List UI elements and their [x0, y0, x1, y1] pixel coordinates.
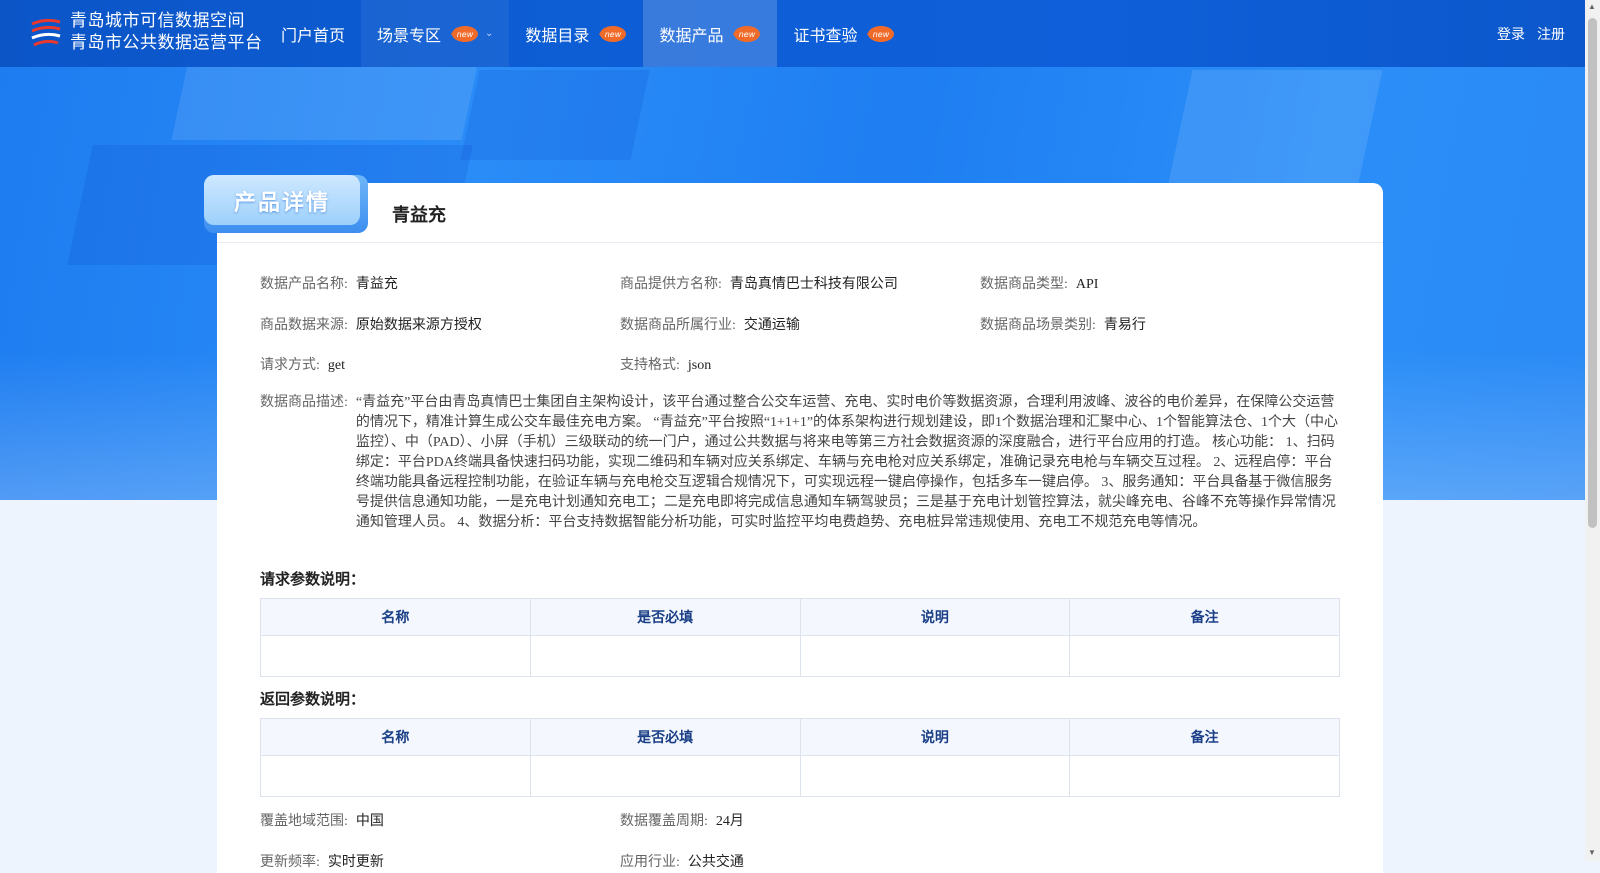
field-label: 商品提供方名称:: [620, 277, 722, 292]
request-params-title: 请求参数说明：: [260, 572, 366, 588]
field-label: 数据商品场景类别:: [980, 318, 1096, 333]
new-badge-text: new: [457, 30, 474, 39]
field-value: 青益充: [355, 277, 398, 292]
field-label: 数据覆盖周期:: [620, 814, 708, 829]
new-badge-icon: new: [451, 25, 479, 42]
product-detail-tab: 产品详情: [204, 175, 368, 233]
field-value: 实时更新: [327, 855, 384, 870]
register-link[interactable]: 注册: [1537, 24, 1565, 44]
field-format: 支持格式: json: [620, 354, 711, 374]
field-label: 覆盖地域范围:: [260, 814, 348, 829]
field-label: 数据商品所属行业:: [620, 318, 736, 333]
field-update-frequency: 更新频率: 实时更新: [260, 851, 384, 871]
new-badge-icon: new: [867, 25, 895, 42]
brand-line-2: 青岛市公共数据运营平台: [70, 33, 263, 52]
field-industry: 数据商品所属行业: 交通运输: [620, 314, 800, 334]
field-label: 支持格式:: [620, 358, 680, 373]
nav-item-catalog[interactable]: 数据目录 new: [509, 0, 643, 67]
response-params-table: 名称 是否必填 说明 备注: [260, 718, 1340, 797]
brand-title[interactable]: 青岛城市可信数据空间 青岛市公共数据运营平台: [70, 10, 263, 54]
new-badge-text: new: [605, 30, 622, 39]
auth-links: 登录 注册: [1497, 24, 1565, 44]
field-label: 更新频率:: [260, 855, 320, 870]
hero-decoration: [171, 60, 479, 140]
card-header: 青益充: [217, 183, 1383, 243]
field-coverage: 覆盖地域范围: 中国: [260, 810, 384, 830]
table-row: [260, 635, 1340, 677]
col-header-required: 是否必填: [529, 718, 801, 756]
field-value: API: [1075, 277, 1099, 292]
nav-item-scenes[interactable]: 场景专区 new ⌄: [361, 0, 510, 67]
col-header-required: 是否必填: [529, 598, 801, 636]
field-value: get: [327, 358, 345, 373]
login-link[interactable]: 登录: [1497, 24, 1525, 44]
field-label: 商品数据来源:: [260, 318, 348, 333]
nav-item-home[interactable]: 门户首页: [265, 0, 361, 67]
nav-item-certificate[interactable]: 证书查验 new: [777, 0, 911, 67]
response-params-title: 返回参数说明：: [260, 692, 366, 708]
product-detail-card: 青益充 数据产品名称: 青益充 商品提供方名称: 青岛真情巴士科技有限公司 数据商品…: [217, 183, 1383, 873]
request-params-table: 名称 是否必填 说明 备注: [260, 598, 1340, 677]
field-label: 数据产品名称:: [260, 277, 348, 292]
nav-label: 证书查验: [793, 27, 858, 45]
col-header-remark: 备注: [1069, 718, 1340, 756]
nav-label: 场景专区: [377, 27, 442, 45]
nav-label: 门户首页: [281, 27, 346, 45]
field-label: 请求方式:: [260, 358, 320, 373]
field-value: 原始数据来源方授权: [355, 318, 482, 333]
new-badge-icon: new: [599, 25, 627, 42]
nav-label: 数据产品: [659, 27, 724, 45]
field-value: 青易行: [1103, 318, 1146, 333]
new-badge-icon: new: [733, 25, 761, 42]
field-method: 请求方式: get: [260, 354, 345, 374]
field-scene: 数据商品场景类别: 青易行: [980, 314, 1146, 334]
platform-logo-icon: [31, 18, 61, 47]
col-header-name: 名称: [260, 718, 531, 756]
brand-line-1: 青岛城市可信数据空间: [70, 11, 245, 30]
scroll-down-icon[interactable]: ▼: [1588, 848, 1596, 857]
tab-badge-face: 产品详情: [204, 175, 360, 225]
chevron-down-icon: ⌄: [485, 28, 494, 39]
field-value: 青岛真情巴士科技有限公司: [729, 277, 898, 292]
nav-item-products[interactable]: 数据产品 new: [643, 0, 778, 67]
table-row: [260, 755, 1340, 797]
field-label: 数据商品描述:: [260, 395, 348, 410]
col-header-remark: 备注: [1069, 598, 1340, 636]
field-label: 应用行业:: [620, 855, 680, 870]
scrollbar-thumb[interactable]: [1588, 18, 1597, 528]
field-product-name: 数据产品名称: 青益充: [260, 273, 398, 293]
page-scrollbar[interactable]: ▲ ▼: [1585, 0, 1600, 861]
field-value: 交通运输: [743, 318, 800, 333]
main-nav: 门户首页 场景专区 new ⌄ 数据目录 new 数据产品 new 证书查验 n…: [265, 0, 911, 67]
field-application-industry: 应用行业: 公共交通: [620, 851, 744, 871]
nav-label: 数据目录: [525, 27, 590, 45]
col-header-desc: 说明: [799, 598, 1071, 636]
field-provider: 商品提供方名称: 青岛真情巴士科技有限公司: [620, 273, 898, 293]
col-header-name: 名称: [260, 598, 531, 636]
product-title: 青益充: [392, 205, 446, 225]
tab-label: 产品详情: [233, 191, 330, 216]
field-type: 数据商品类型: API: [980, 273, 1098, 293]
field-value: json: [687, 358, 712, 373]
hero-decoration: [460, 70, 650, 160]
field-label: 数据商品类型:: [980, 277, 1068, 292]
field-value: 24月: [715, 814, 744, 829]
field-value: 中国: [355, 814, 384, 829]
new-badge-text: new: [739, 30, 756, 39]
description-text: “青益充”平台由青岛真情巴士集团自主架构设计，该平台通过整合公交车运营、充电、实…: [355, 395, 1339, 530]
field-period: 数据覆盖周期: 24月: [620, 810, 744, 830]
field-source: 商品数据来源: 原始数据来源方授权: [260, 314, 482, 334]
new-badge-text: new: [873, 30, 890, 39]
field-value: 公共交通: [687, 855, 744, 870]
scroll-up-icon[interactable]: ▲: [1588, 2, 1596, 11]
col-header-desc: 说明: [799, 718, 1071, 756]
top-navbar: 青岛城市可信数据空间 青岛市公共数据运营平台 门户首页 场景专区 new ⌄ 数…: [0, 0, 1585, 67]
field-description: 数据商品描述: “青益充”平台由青岛真情巴士集团自主架构设计，该平台通过整合公交…: [260, 393, 1340, 533]
